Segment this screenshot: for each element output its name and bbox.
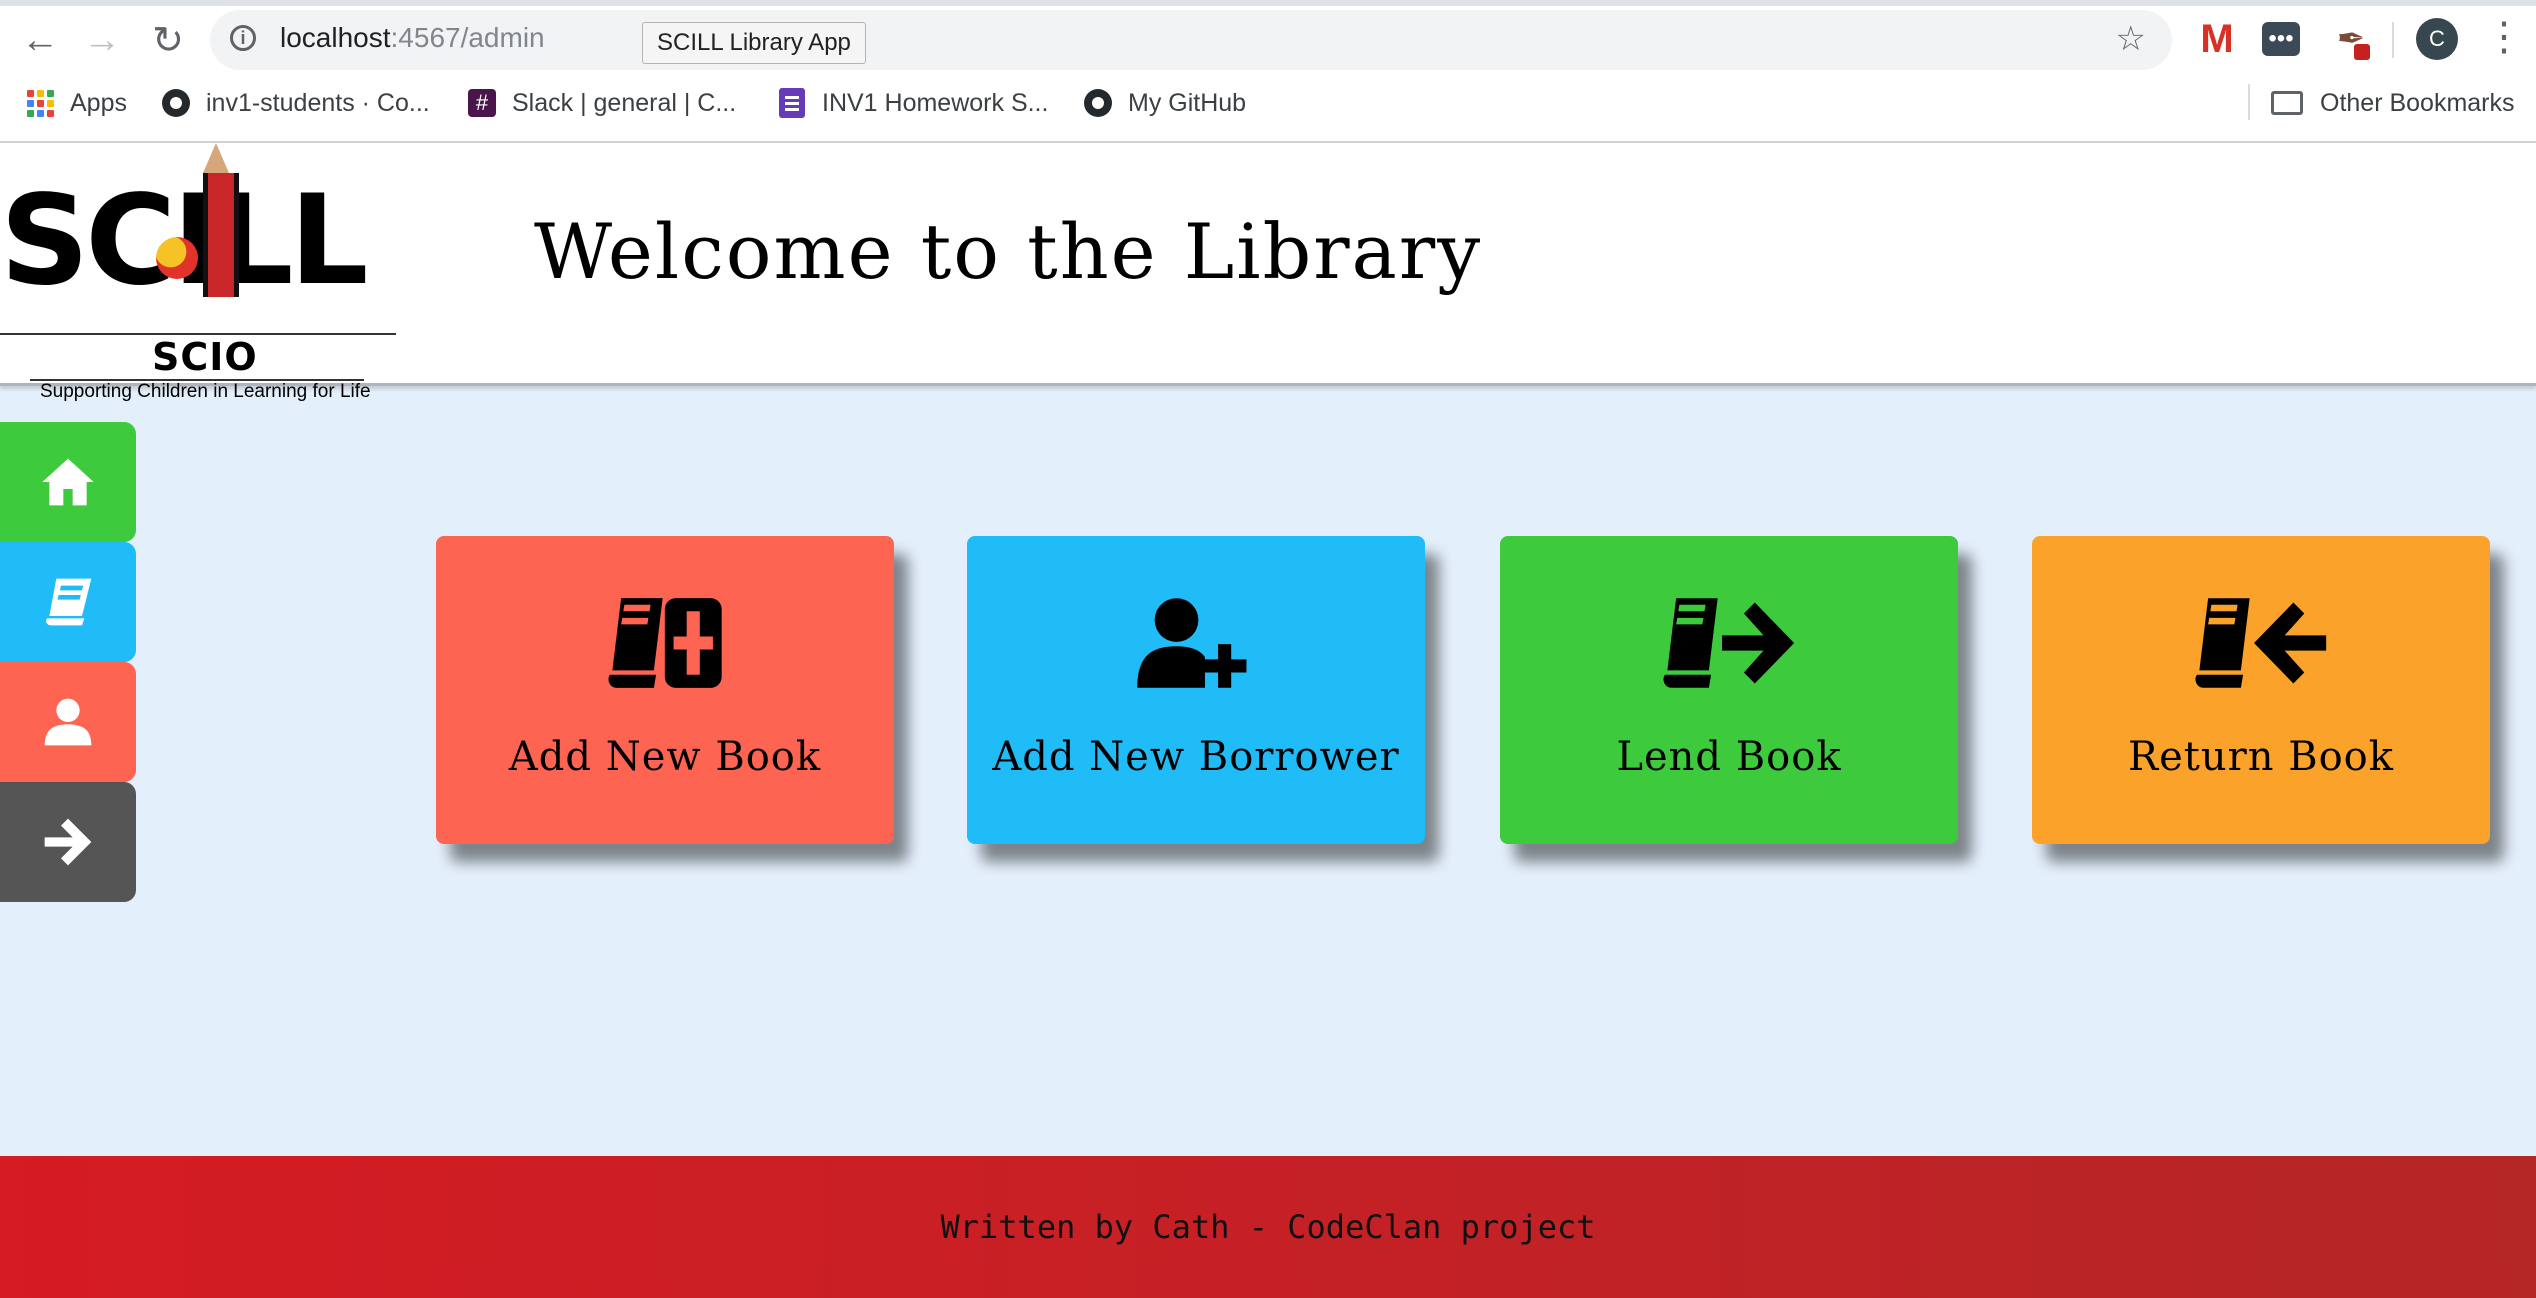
tab-strip-edge <box>0 0 2536 6</box>
back-button[interactable]: ← <box>14 14 66 66</box>
reload-icon: ↻ <box>152 19 184 62</box>
add-new-book-card[interactable]: Add New Book <box>436 536 894 844</box>
user-icon <box>44 698 92 746</box>
scill-logo[interactable]: SCILL SCIO Supporting Children in Learni… <box>0 143 400 402</box>
toolbar-divider <box>2392 22 2394 58</box>
book-arrow-right-icon <box>1663 598 1795 688</box>
arrow-right-icon: → <box>83 18 121 61</box>
book-icon <box>46 578 92 626</box>
url-host: localhost <box>280 22 391 53</box>
ball-icon <box>156 237 198 279</box>
apps-grid-icon <box>26 89 54 117</box>
bookmarks-divider <box>2248 84 2250 120</box>
arrow-left-icon: ← <box>21 18 59 61</box>
site-header: SCILL SCIO Supporting Children in Learni… <box>0 143 2536 402</box>
card-label: Add New Borrower <box>992 734 1400 780</box>
bookmark-label: Slack | general | C... <box>512 88 737 117</box>
bookmark-other-bookmarks[interactable]: Other Bookmarks <box>2270 84 2515 122</box>
return-book-card[interactable]: Return Book <box>2032 536 2490 844</box>
pencil-icon <box>203 143 239 297</box>
password-extension-icon[interactable]: ••• <box>2262 22 2300 56</box>
url-path: :4567/admin <box>390 22 545 53</box>
bookmark-inv1-students[interactable]: inv1-students · Co... <box>162 84 430 122</box>
bookmark-star-icon[interactable]: ☆ <box>2116 19 2146 59</box>
bookmark-inv1-homework[interactable]: INV1 Homework S... <box>778 84 1048 122</box>
bookmark-label: My GitHub <box>1128 88 1247 117</box>
home-icon <box>42 458 94 506</box>
address-bar[interactable]: i localhost:4567/admin ☆ <box>210 10 2172 70</box>
logo-tagline: Supporting Children in Learning for Life <box>40 381 371 402</box>
gmail-extension-icon[interactable]: M <box>2196 17 2238 61</box>
card-label: Lend Book <box>1616 734 1842 780</box>
bookmark-my-github[interactable]: My GitHub <box>1084 84 1246 122</box>
card-label: Return Book <box>2127 734 2395 780</box>
sidenav-borrowers[interactable] <box>0 662 136 782</box>
site-footer: Written by Cath - CodeClan project <box>0 1156 2536 1298</box>
bookmark-slack[interactable]: # Slack | general | C... <box>468 84 736 122</box>
google-forms-icon <box>778 88 806 118</box>
user-plus-icon <box>1136 598 1247 688</box>
bookmark-label: inv1-students · Co... <box>206 88 430 117</box>
tab-tooltip: SCILL Library App <box>642 22 866 64</box>
bookmark-apps[interactable]: Apps <box>26 84 127 122</box>
arrow-right-icon <box>44 818 92 866</box>
url-text[interactable]: localhost:4567/admin <box>280 22 545 54</box>
reload-button[interactable]: ↻ <box>142 14 194 66</box>
site-info-icon[interactable]: i <box>230 25 256 51</box>
card-label: Add New Book <box>508 734 822 780</box>
bookmark-label: Other Bookmarks <box>2320 88 2515 117</box>
browser-chrome: ← → ↻ i localhost:4567/admin ☆ SCILL Lib… <box>0 0 2536 143</box>
forward-button[interactable]: → <box>76 14 128 66</box>
sidenav-home[interactable] <box>0 422 136 542</box>
footer-credit: Written by Cath - CodeClan project <box>940 1208 1596 1246</box>
github-icon <box>1084 89 1112 117</box>
book-plus-icon <box>608 598 722 688</box>
bookmark-label: Apps <box>70 88 127 117</box>
page-title: Welcome to the Library <box>534 207 1483 296</box>
profile-avatar[interactable]: C <box>2416 18 2458 60</box>
bookmark-label: INV1 Homework S... <box>822 88 1049 117</box>
color-picker-extension-icon[interactable]: ✒ <box>2330 18 2372 60</box>
book-arrow-left-icon <box>2195 598 2327 688</box>
logo-subtitle: SCIO <box>152 335 258 379</box>
slack-icon: # <box>468 89 496 117</box>
sidenav-books[interactable] <box>0 542 136 662</box>
folder-icon <box>2270 89 2304 117</box>
lend-book-card[interactable]: Lend Book <box>1500 536 1958 844</box>
sidenav-logout[interactable] <box>0 782 136 902</box>
github-icon <box>162 89 190 117</box>
add-new-borrower-card[interactable]: Add New Borrower <box>967 536 1425 844</box>
bookmarks-bar: Apps inv1-students · Co... # Slack | gen… <box>0 80 2536 126</box>
menu-kebab-icon[interactable]: ⋮ <box>2484 14 2524 60</box>
